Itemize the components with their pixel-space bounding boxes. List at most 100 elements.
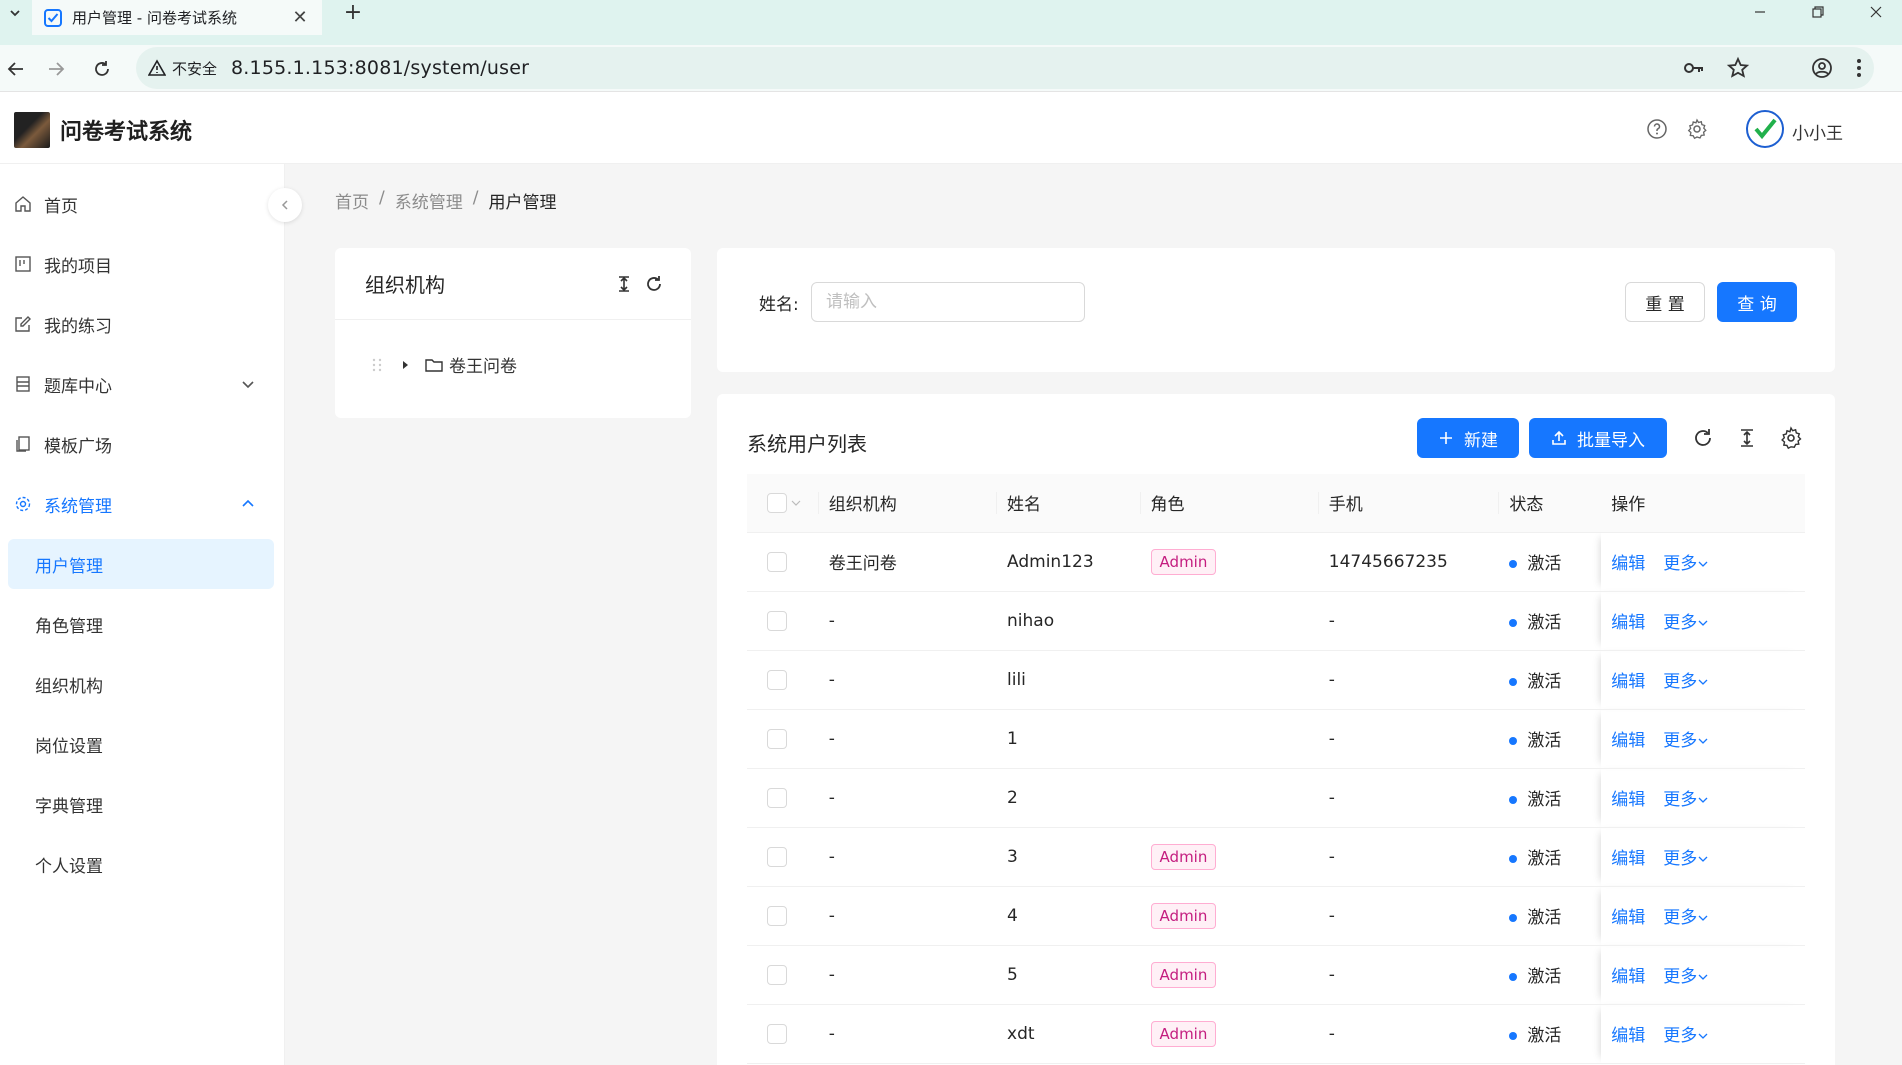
address-bar[interactable]: 不安全 8.155.1.153:8081/system/user (136, 47, 1874, 89)
sidebar-item-organization[interactable]: 组织机构 (8, 659, 274, 709)
more-dropdown[interactable]: 更多 (1663, 672, 1708, 692)
chevron-down-icon[interactable] (791, 498, 801, 508)
new-tab-button[interactable]: + (338, 0, 368, 25)
sidebar-item-system[interactable]: 系统管理 (0, 479, 285, 529)
sidebar-item-positions[interactable]: 岗位设置 (8, 719, 274, 769)
tab-close-icon[interactable]: ✕ (290, 7, 310, 28)
sidebar-item-question-bank[interactable]: 题库中心 (0, 359, 285, 409)
select-all-checkbox[interactable] (767, 492, 787, 513)
more-dropdown[interactable]: 更多 (1663, 790, 1708, 810)
forward-button[interactable] (40, 53, 72, 85)
breadcrumb-parent[interactable]: 系统管理 (395, 188, 463, 213)
status-cell: 激活 (1499, 945, 1602, 1005)
org-cell: - (818, 650, 998, 710)
column-settings-icon[interactable] (1779, 426, 1803, 450)
more-dropdown[interactable]: 更多 (1663, 967, 1708, 987)
row-checkbox[interactable] (767, 964, 787, 985)
row-checkbox[interactable] (767, 846, 787, 867)
column-header-name[interactable]: 姓名 (997, 474, 1141, 533)
density-icon[interactable] (1735, 426, 1759, 450)
sidebar-item-practice[interactable]: 我的练习 (0, 299, 285, 349)
username[interactable]: 小小王 (1792, 119, 1843, 144)
caret-right-icon[interactable] (399, 359, 411, 371)
chevron-up-icon (242, 499, 254, 507)
sidebar-item-projects[interactable]: 我的项目 (0, 239, 285, 289)
minimize-button[interactable] (1735, 0, 1785, 24)
edit-link[interactable]: 编辑 (1611, 967, 1645, 987)
reload-button[interactable] (86, 53, 118, 85)
tree-node[interactable]: 卷王问卷 (371, 352, 517, 377)
project-icon (15, 256, 31, 272)
restore-button[interactable] (1793, 0, 1843, 24)
star-icon[interactable] (1726, 56, 1750, 80)
row-checkbox[interactable] (767, 787, 787, 808)
minimize-icon (1755, 11, 1765, 13)
close-window-button[interactable] (1851, 0, 1901, 24)
role-cell: Admin (1140, 945, 1319, 1005)
edit-link[interactable]: 编辑 (1611, 613, 1645, 633)
help-icon[interactable] (1646, 118, 1668, 140)
sidebar-item-home[interactable]: 首页 (0, 179, 285, 229)
org-cell: - (818, 886, 998, 946)
query-button[interactable]: 查 询 (1717, 282, 1797, 322)
chevron-left-icon (281, 200, 288, 210)
status-cell: 激活 (1499, 532, 1602, 592)
name-input[interactable] (811, 282, 1085, 322)
edit-link[interactable]: 编辑 (1611, 554, 1645, 574)
edit-link[interactable]: 编辑 (1611, 908, 1645, 928)
more-dropdown[interactable]: 更多 (1663, 554, 1708, 574)
sidebar-item-user-management[interactable]: 用户管理 (8, 539, 274, 589)
refresh-icon[interactable] (643, 273, 665, 295)
sidebar-item-dictionary[interactable]: 字典管理 (8, 779, 274, 829)
tab-search-button[interactable] (0, 0, 30, 45)
column-header-org[interactable]: 组织机构 (818, 474, 998, 533)
security-chip[interactable]: 不安全 (148, 58, 217, 79)
checkmark-avatar-icon (1754, 118, 1777, 140)
column-header-role[interactable]: 角色 (1140, 474, 1320, 533)
key-icon[interactable] (1682, 56, 1706, 80)
column-header-phone[interactable]: 手机 (1318, 474, 1500, 533)
sidebar-collapse-button[interactable] (268, 188, 302, 222)
column-header-status[interactable]: 状态 (1499, 474, 1602, 533)
url-text[interactable]: 8.155.1.153:8081/system/user (231, 57, 529, 79)
sidebar-item-label: 我的练习 (44, 316, 112, 337)
settings-icon[interactable] (1686, 118, 1708, 140)
expand-collapse-icon[interactable] (613, 273, 635, 295)
row-checkbox[interactable] (767, 610, 787, 631)
edit-link[interactable]: 编辑 (1611, 1026, 1645, 1046)
edit-link[interactable]: 编辑 (1611, 849, 1645, 869)
row-select-cell (747, 650, 819, 710)
drag-handle-icon[interactable] (371, 357, 383, 373)
more-dropdown[interactable]: 更多 (1663, 731, 1708, 751)
row-checkbox[interactable] (767, 551, 787, 572)
more-dropdown[interactable]: 更多 (1663, 908, 1708, 928)
sidebar-item-templates[interactable]: 模板广场 (0, 419, 285, 469)
row-checkbox[interactable] (767, 728, 787, 749)
more-dropdown[interactable]: 更多 (1663, 613, 1708, 633)
avatar[interactable] (1746, 110, 1784, 148)
batch-import-button[interactable]: 批量导入 (1529, 418, 1667, 458)
sidebar-item-personal-settings[interactable]: 个人设置 (8, 839, 274, 889)
new-user-button[interactable]: 新建 (1417, 418, 1519, 458)
edit-link[interactable]: 编辑 (1611, 672, 1645, 692)
restore-icon (1812, 6, 1824, 18)
more-dropdown[interactable]: 更多 (1663, 849, 1708, 869)
browser-tab[interactable]: 用户管理 - 问卷考试系统 ✕ (32, 0, 322, 35)
row-checkbox[interactable] (767, 1023, 787, 1044)
edit-link[interactable]: 编辑 (1611, 790, 1645, 810)
row-checkbox[interactable] (767, 669, 787, 690)
profile-icon[interactable] (1810, 56, 1834, 80)
more-dropdown[interactable]: 更多 (1663, 1026, 1708, 1046)
status-dot (1509, 914, 1518, 922)
back-button[interactable] (0, 53, 32, 85)
home-icon (15, 196, 31, 212)
actions-cell: 编辑 更多 (1601, 532, 1805, 592)
breadcrumb-home[interactable]: 首页 (335, 188, 369, 213)
row-checkbox[interactable] (767, 905, 787, 926)
edit-link[interactable]: 编辑 (1611, 731, 1645, 751)
kebab-menu-icon[interactable] (1854, 56, 1864, 80)
sidebar-item-role-management[interactable]: 角色管理 (8, 599, 274, 649)
status-dot (1509, 973, 1518, 981)
reset-button[interactable]: 重 置 (1625, 282, 1705, 322)
refresh-icon[interactable] (1691, 426, 1715, 450)
